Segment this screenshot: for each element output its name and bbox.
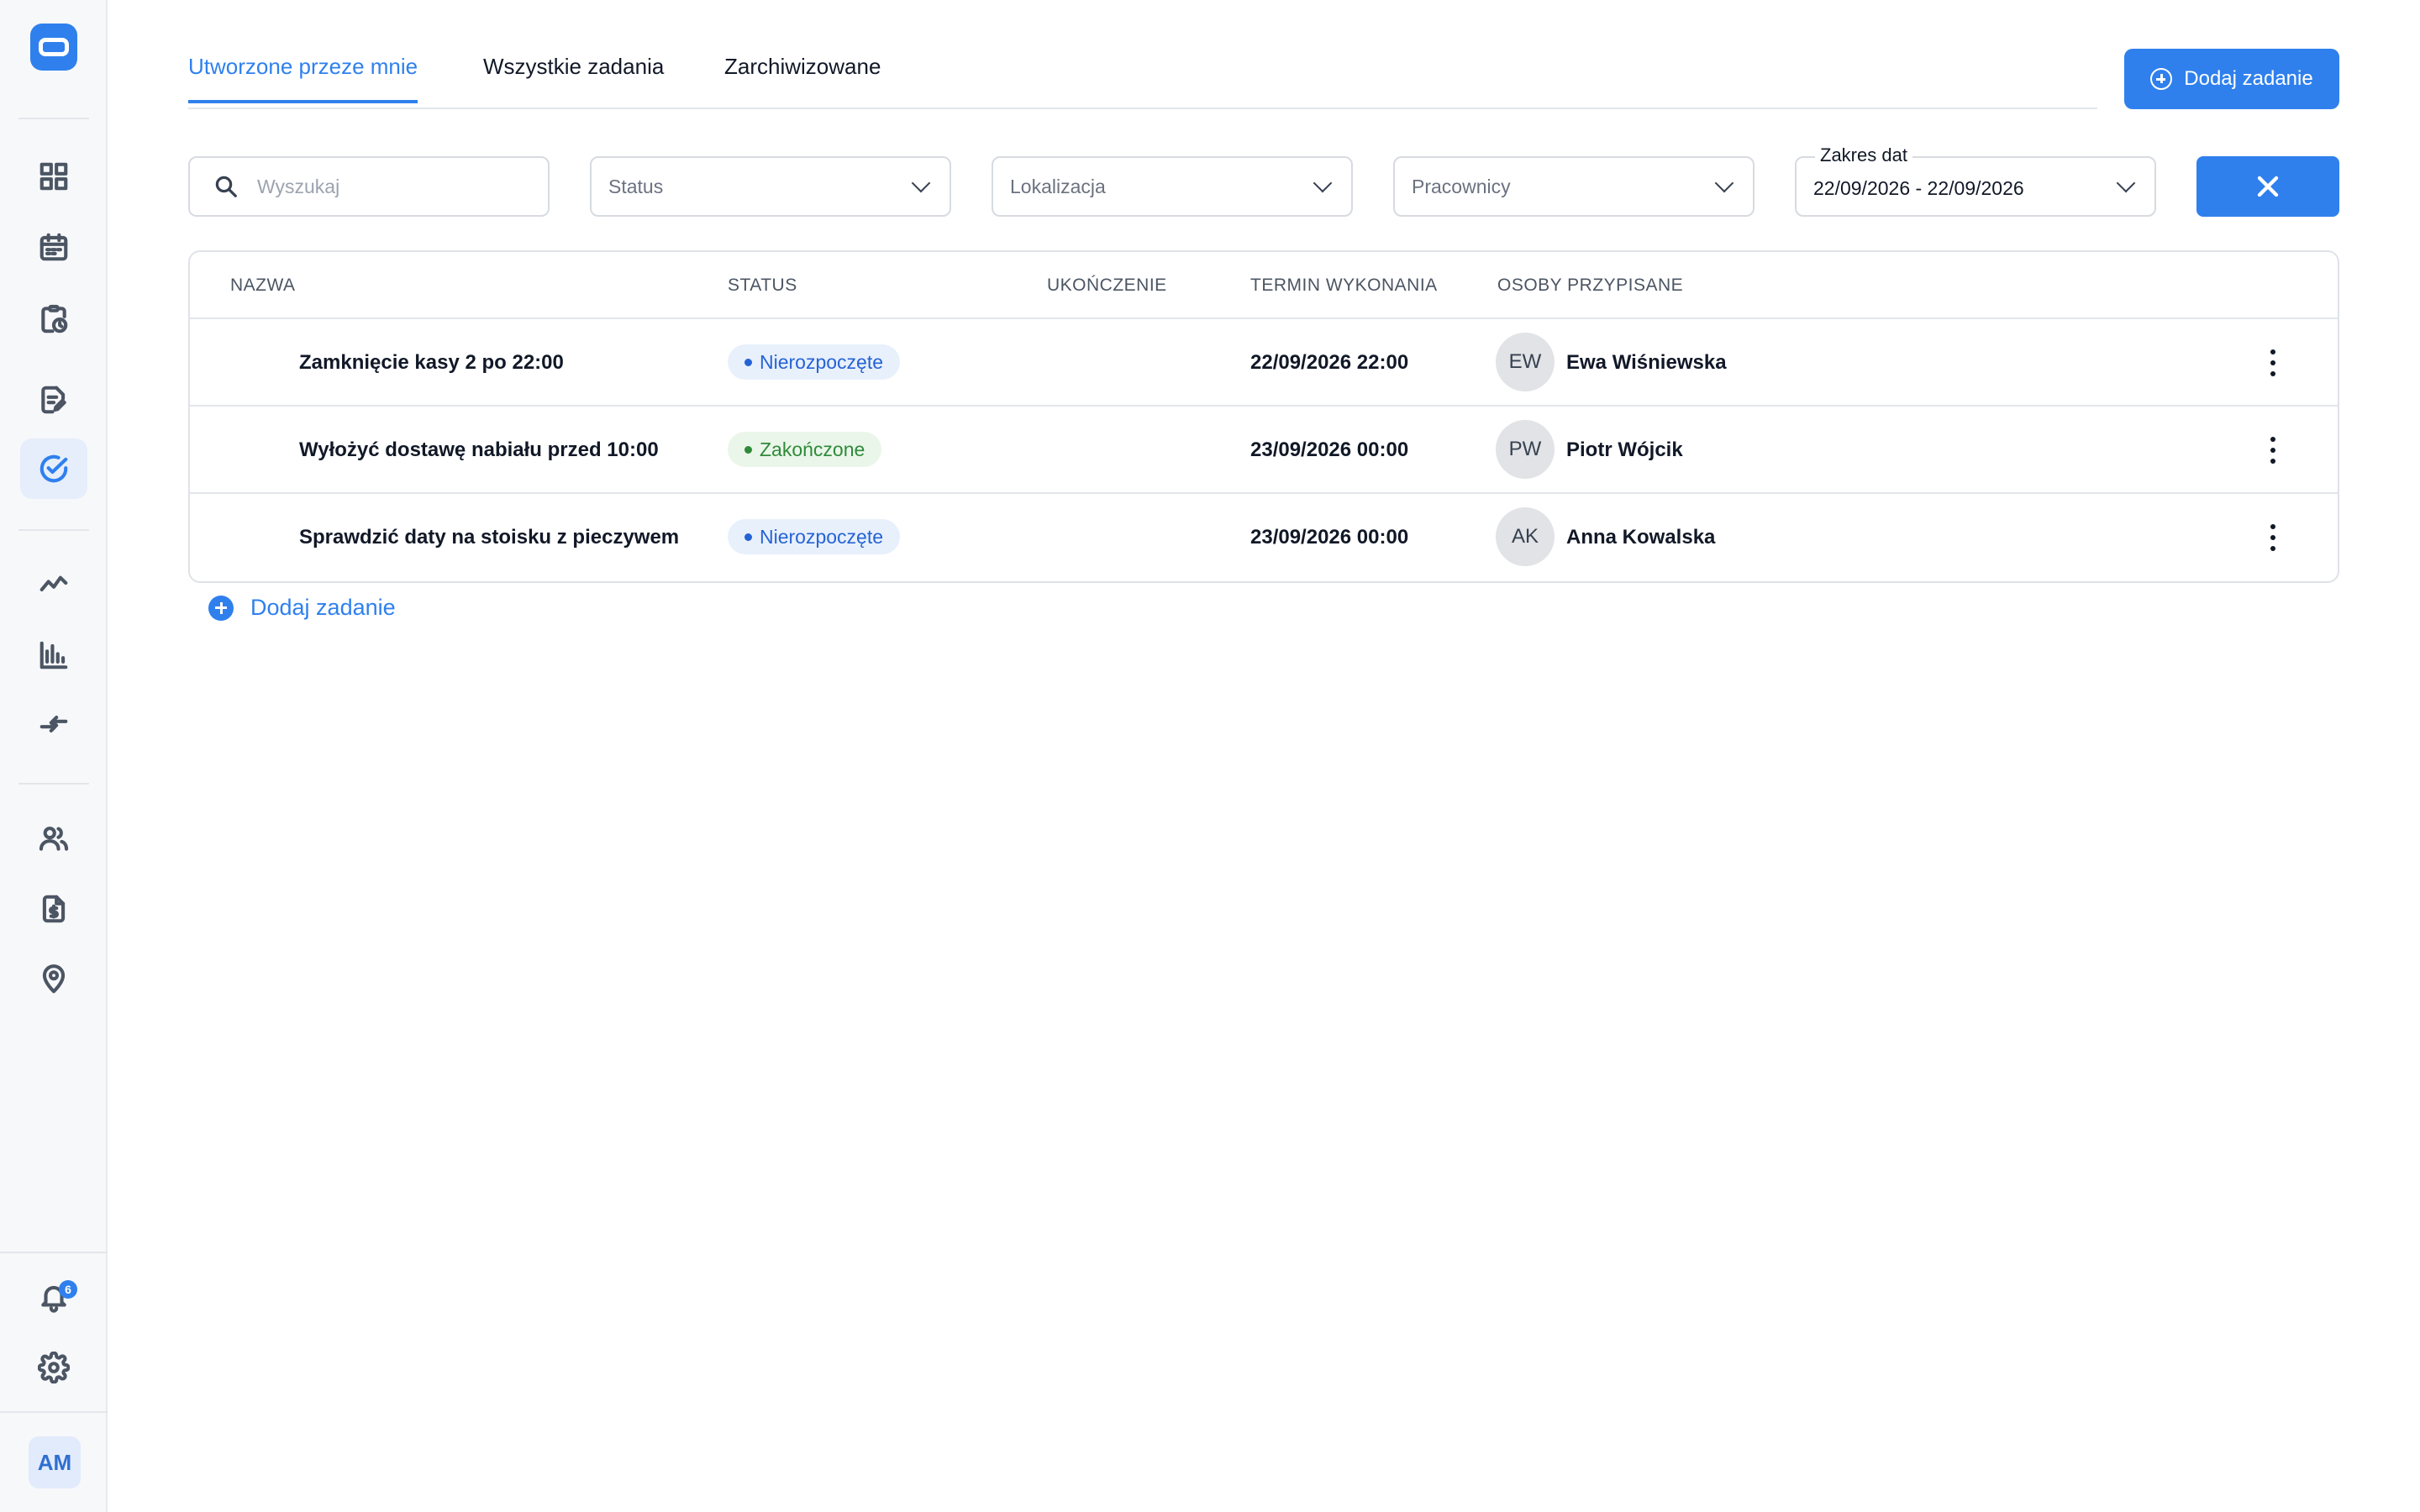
- chevron-down-icon: [911, 173, 931, 193]
- status-filter-label: Status: [608, 175, 664, 197]
- sidebar-item-documents[interactable]: [20, 370, 87, 430]
- dashboard-icon: [39, 162, 68, 191]
- trend-line-icon: [39, 575, 68, 591]
- column-header-name[interactable]: NAZWA: [230, 276, 296, 296]
- gear-icon: [38, 1352, 70, 1383]
- sidebar-item-locations[interactable]: [20, 949, 87, 1010]
- tab-created-by-me[interactable]: Utworzone przeze mnie: [188, 54, 418, 103]
- sidebar-item-settings[interactable]: [20, 1337, 87, 1398]
- employees-filter-label: Pracownicy: [1412, 175, 1511, 197]
- search-box: [188, 156, 550, 217]
- date-range-label: Zakres dat: [1815, 144, 1912, 166]
- users-icon: [39, 827, 69, 851]
- table-row[interactable]: Zamknięcie kasy 2 po 22:00 Nierozpoczęte…: [190, 319, 2338, 407]
- table-row[interactable]: Wyłożyć dostawę nabiału przed 10:00 Zako…: [190, 407, 2338, 494]
- close-icon: [2257, 176, 2279, 197]
- sidebar-item-dashboard[interactable]: [20, 146, 87, 207]
- clear-filters-button[interactable]: [2196, 156, 2339, 217]
- assignee-avatar: PW: [1496, 420, 1555, 479]
- search-icon: [215, 176, 237, 197]
- add-task-button[interactable]: Dodaj zadanie: [2124, 49, 2339, 109]
- task-due-date: 22/09/2026 22:00: [1250, 351, 1409, 374]
- tab-bar: Utworzone przeze mnie Wszystkie zadania …: [188, 0, 2097, 109]
- tasks-table: NAZWA STATUS UKOŃCZENIE TERMIN WYKONANIA…: [188, 250, 2339, 583]
- plus-circle-icon: [2150, 68, 2173, 90]
- task-name: Sprawdzić daty na stoisku z pieczywem: [299, 526, 680, 549]
- chevron-down-icon: [1313, 173, 1333, 193]
- bar-chart-icon: [39, 641, 68, 669]
- assignee-avatar: AK: [1496, 507, 1555, 566]
- sidebar-item-calendar[interactable]: [20, 217, 87, 277]
- row-menu-button[interactable]: [2260, 435, 2286, 465]
- sidebar-item-tasks[interactable]: [20, 438, 87, 499]
- assignee-name: Piotr Wójcik: [1566, 438, 1683, 461]
- sidebar-item-transfers[interactable]: [20, 694, 87, 754]
- sidebar: 6 AM: [0, 0, 108, 1512]
- sidebar-item-employees[interactable]: [20, 808, 87, 869]
- task-name: Zamknięcie kasy 2 po 22:00: [299, 351, 564, 374]
- column-header-assignees[interactable]: OSOBY PRZYPISANE: [1497, 276, 1683, 296]
- user-avatar[interactable]: AM: [29, 1436, 81, 1488]
- sidebar-item-reports[interactable]: [20, 625, 87, 685]
- status-filter[interactable]: Status: [590, 156, 951, 217]
- task-name: Wyłożyć dostawę nabiału przed 10:00: [299, 438, 659, 461]
- sidebar-divider: [18, 529, 89, 531]
- plus-circle-icon: [208, 595, 234, 621]
- location-filter[interactable]: Lokalizacja: [992, 156, 1353, 217]
- search-input[interactable]: [257, 175, 509, 198]
- chevron-down-icon: [1714, 173, 1734, 193]
- sidebar-item-schedule[interactable]: [20, 289, 87, 349]
- tasks-check-icon: [39, 454, 68, 483]
- notification-count-badge: 6: [59, 1280, 77, 1299]
- tab-archived[interactable]: Zarchiwizowane: [724, 54, 881, 102]
- assignee-avatar: EW: [1496, 333, 1555, 391]
- sidebar-item-notifications[interactable]: 6: [20, 1267, 87, 1327]
- payment-document-icon: [42, 895, 66, 923]
- tab-all-tasks[interactable]: Wszystkie zadania: [483, 54, 664, 102]
- document-edit-icon: [41, 386, 66, 414]
- sidebar-divider: [18, 118, 89, 119]
- assignee-name: Ewa Wiśniewska: [1566, 351, 1727, 374]
- add-task-button-label: Dodaj zadanie: [2184, 67, 2313, 90]
- table-row[interactable]: Sprawdzić daty na stoisku z pieczywem Ni…: [190, 494, 2338, 581]
- status-badge: Nierozpoczęte: [728, 344, 901, 380]
- sidebar-divider: [0, 1252, 108, 1253]
- row-menu-button[interactable]: [2260, 348, 2286, 378]
- chevron-down-icon: [2116, 173, 2136, 193]
- task-due-date: 23/09/2026 00:00: [1250, 438, 1409, 461]
- add-task-link-label: Dodaj zadanie: [250, 595, 396, 620]
- task-due-date: 23/09/2026 00:00: [1250, 526, 1409, 549]
- row-menu-button[interactable]: [2260, 522, 2286, 553]
- table-header: NAZWA STATUS UKOŃCZENIE TERMIN WYKONANIA…: [190, 252, 2338, 319]
- add-task-link[interactable]: Dodaj zadanie: [208, 595, 396, 621]
- status-badge: Nierozpoczęte: [728, 519, 901, 554]
- status-badge: Zakończone: [728, 432, 882, 467]
- app-logo[interactable]: [30, 24, 77, 71]
- employees-filter[interactable]: Pracownicy: [1393, 156, 1754, 217]
- sidebar-divider: [0, 1411, 108, 1413]
- clipboard-clock-icon: [41, 304, 68, 333]
- date-range-filter[interactable]: Zakres dat 22/09/2026 - 22/09/2026: [1795, 144, 2156, 217]
- column-header-status[interactable]: STATUS: [728, 276, 797, 296]
- location-filter-label: Lokalizacja: [1010, 175, 1106, 197]
- location-pin-icon: [42, 964, 66, 994]
- column-header-completion[interactable]: UKOŃCZENIE: [1047, 276, 1167, 296]
- date-range-value: 22/09/2026 - 22/09/2026: [1813, 176, 2024, 199]
- sidebar-divider: [18, 783, 89, 785]
- sidebar-item-payments[interactable]: [20, 879, 87, 939]
- transfer-arrows-icon: [39, 716, 68, 732]
- sidebar-item-trends[interactable]: [20, 553, 87, 613]
- column-header-due-date[interactable]: TERMIN WYKONANIA: [1250, 276, 1438, 296]
- assignee-name: Anna Kowalska: [1566, 526, 1716, 549]
- calendar-icon: [39, 233, 68, 261]
